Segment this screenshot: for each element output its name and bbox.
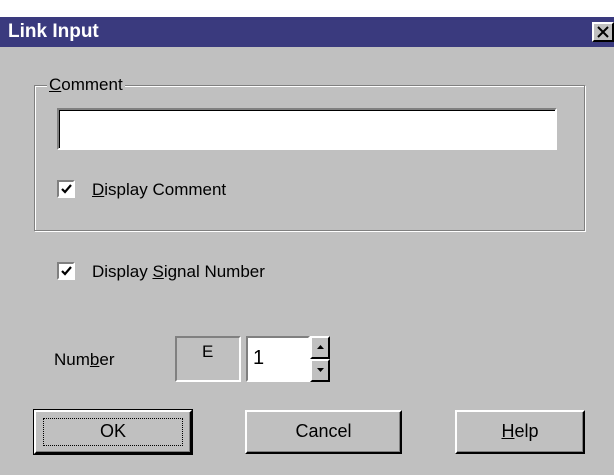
checkmark-icon [61, 266, 72, 276]
background-strip [0, 0, 614, 17]
comment-group-label: Comment [47, 75, 125, 95]
ok-button[interactable]: OK [33, 409, 193, 455]
number-input[interactable]: 1 [246, 336, 310, 382]
cancel-button[interactable]: Cancel [245, 410, 402, 454]
arrow-up-icon [317, 345, 324, 349]
checkmark-icon [61, 184, 72, 194]
comment-input[interactable] [57, 108, 557, 150]
title-bar[interactable]: Link Input [0, 17, 614, 47]
help-button[interactable]: Help [455, 410, 585, 454]
close-icon [597, 26, 609, 38]
display-signal-number-checkbox[interactable] [57, 262, 75, 280]
window-title: Link Input [8, 21, 99, 42]
focus-rectangle [43, 418, 183, 446]
number-label: Number [54, 350, 115, 369]
display-comment-checkbox[interactable] [57, 180, 75, 198]
display-signal-number-label[interactable]: Display Signal Number [92, 262, 265, 282]
display-comment-label[interactable]: Display Comment [92, 180, 226, 200]
number-prefix-box: E [175, 336, 241, 382]
close-button[interactable] [592, 22, 614, 42]
number-prefix: E [202, 342, 214, 361]
spin-up-button[interactable] [310, 336, 330, 359]
cancel-button-label: Cancel [295, 421, 352, 441]
arrow-down-icon [317, 368, 324, 372]
comment-groupbox [34, 85, 585, 231]
spin-down-button[interactable] [310, 359, 330, 382]
help-button-label: Help [501, 421, 539, 441]
